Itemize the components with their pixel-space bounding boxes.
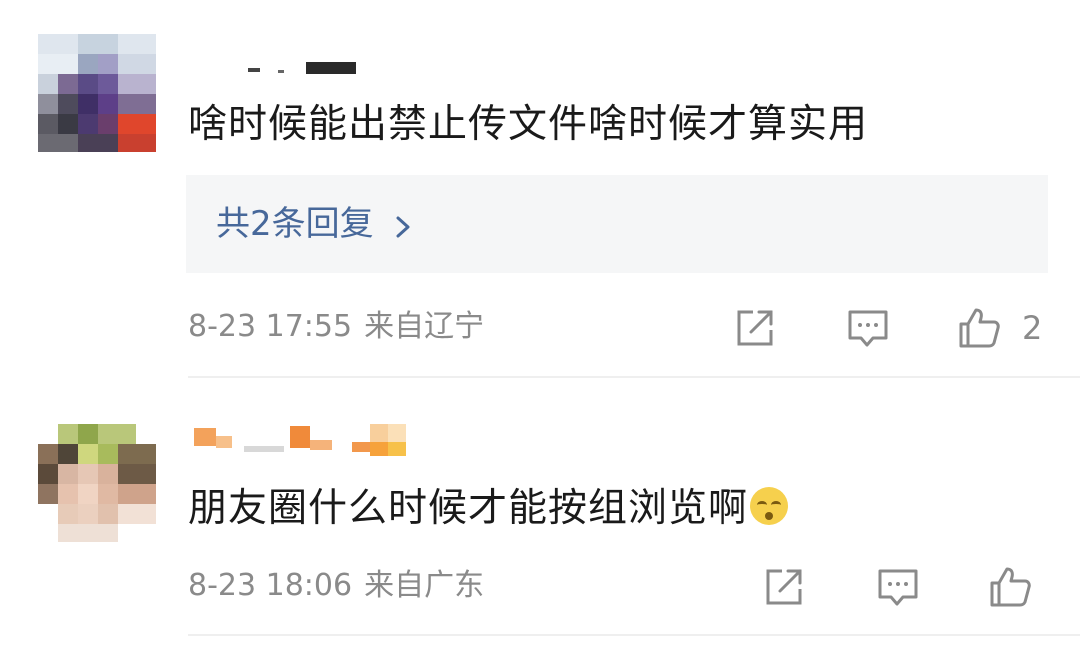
comment-actions: 2: [0, 306, 1080, 354]
like-count: 2: [1022, 309, 1043, 347]
like-icon[interactable]: [957, 306, 1001, 350]
chevron-right-icon: [388, 209, 418, 239]
rolling-eyes-emoji-icon: [750, 487, 789, 525]
username-blurred[interactable]: [194, 422, 414, 458]
avatar[interactable]: [38, 424, 156, 542]
comment-text: 啥时候能出禁止传文件啥时候才算实用: [188, 102, 869, 147]
divider: [188, 634, 1080, 636]
avatar[interactable]: [38, 34, 156, 152]
comment-item: 朋友圈什么时候才能按组浏览啊 8-23 18:06 来自广东: [0, 380, 1080, 645]
share-icon[interactable]: [733, 306, 777, 350]
reply-summary[interactable]: 共2条回复: [186, 175, 1048, 273]
comment-text: 朋友圈什么时候才能按组浏览啊: [188, 485, 789, 533]
comment-icon[interactable]: [876, 565, 920, 609]
divider: [188, 376, 1080, 378]
comment-text-body: 朋友圈什么时候才能按组浏览啊: [188, 486, 749, 531]
share-icon[interactable]: [762, 565, 806, 609]
comment-actions: [0, 565, 1080, 613]
comment-item: 啥时候能出禁止传文件啥时候才算实用 共2条回复 8-23 17:55 来自辽宁 2: [0, 0, 1080, 378]
username-blurred[interactable]: [248, 56, 368, 92]
comment-icon[interactable]: [846, 306, 890, 350]
like-icon[interactable]: [988, 565, 1032, 609]
replies-count-label: 共2条回复: [216, 204, 374, 244]
view-replies-link[interactable]: 共2条回复: [216, 202, 418, 246]
